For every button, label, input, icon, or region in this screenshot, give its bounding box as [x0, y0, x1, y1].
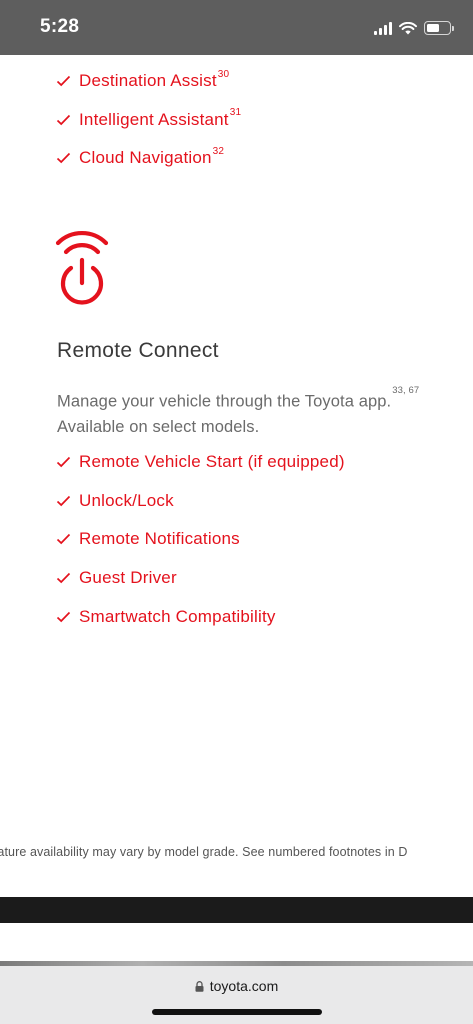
feature-label: Intelligent Assistant — [79, 109, 229, 129]
wifi-icon — [399, 21, 417, 34]
checkmark-icon — [56, 572, 71, 584]
lock-icon — [195, 981, 204, 992]
description-availability: Available on select models. — [57, 418, 260, 436]
checkmark-icon — [56, 153, 71, 164]
remote-feature-list: Remote Vehicle Start (if equipped) Unloc… — [56, 443, 345, 636]
page-content: Destination Assist 30 Intelligent Assista… — [0, 55, 473, 897]
feature-label: Remote Vehicle Start (if equipped) — [79, 452, 345, 472]
feature-guest-driver: Guest Driver — [56, 559, 345, 598]
description-text: Manage your vehicle through the Toyota a… — [57, 392, 392, 411]
feature-remote-vehicle-start: Remote Vehicle Start (if equipped) — [56, 443, 345, 482]
disclaimer-text: eir feature availability may vary by mod… — [0, 845, 408, 859]
home-indicator[interactable] — [152, 1009, 322, 1015]
feature-label: Cloud Navigation — [79, 148, 212, 168]
footnote-ref[interactable]: 30 — [218, 69, 230, 80]
feature-destination-assist: Destination Assist 30 — [56, 62, 241, 101]
feature-label: Remote Notifications — [79, 529, 240, 549]
feature-intelligent-assistant: Intelligent Assistant 31 — [56, 101, 241, 140]
url-bar-edge — [0, 961, 473, 966]
feature-label: Smartwatch Compatibility — [79, 606, 276, 626]
page-footer-spacer — [0, 923, 473, 961]
status-bar: 5:28 — [0, 0, 473, 55]
battery-icon — [424, 21, 454, 35]
checkmark-icon — [56, 495, 71, 507]
feature-unlock-lock: Unlock/Lock — [56, 482, 345, 521]
feature-label: Guest Driver — [79, 568, 177, 588]
feature-label: Destination Assist — [79, 71, 217, 91]
disclaimer-footnote: eir feature availability may vary by mod… — [0, 845, 473, 859]
url-display[interactable]: toyota.com — [0, 978, 473, 994]
remote-connect-title: Remote Connect — [57, 339, 219, 362]
status-time: 5:28 — [40, 16, 80, 37]
cellular-signal-icon — [374, 21, 392, 35]
feature-cloud-navigation: Cloud Navigation 32 — [56, 139, 241, 178]
feature-smartwatch-compatibility: Smartwatch Compatibility — [56, 597, 345, 636]
browser-url-bar[interactable]: toyota.com — [0, 961, 473, 1024]
page-footer-band — [0, 897, 473, 923]
footnote-ref[interactable]: 33, 67 — [392, 385, 419, 396]
checkmark-icon — [56, 534, 71, 545]
status-icons — [374, 19, 454, 37]
checkmark-icon — [56, 611, 71, 622]
feature-remote-notifications: Remote Notifications — [56, 520, 345, 559]
checkmark-icon — [56, 457, 71, 468]
footnote-ref[interactable]: 31 — [230, 107, 242, 118]
footnote-ref[interactable]: 32 — [213, 146, 225, 157]
remote-connect-description: Manage your vehicle through the Toyota a… — [57, 385, 467, 441]
remote-power-icon — [55, 231, 109, 305]
feature-label: Unlock/Lock — [79, 490, 174, 510]
checkmark-icon — [56, 76, 71, 87]
checkmark-icon — [56, 114, 71, 126]
top-feature-list: Destination Assist 30 Intelligent Assista… — [56, 62, 241, 178]
url-text: toyota.com — [209, 978, 279, 994]
